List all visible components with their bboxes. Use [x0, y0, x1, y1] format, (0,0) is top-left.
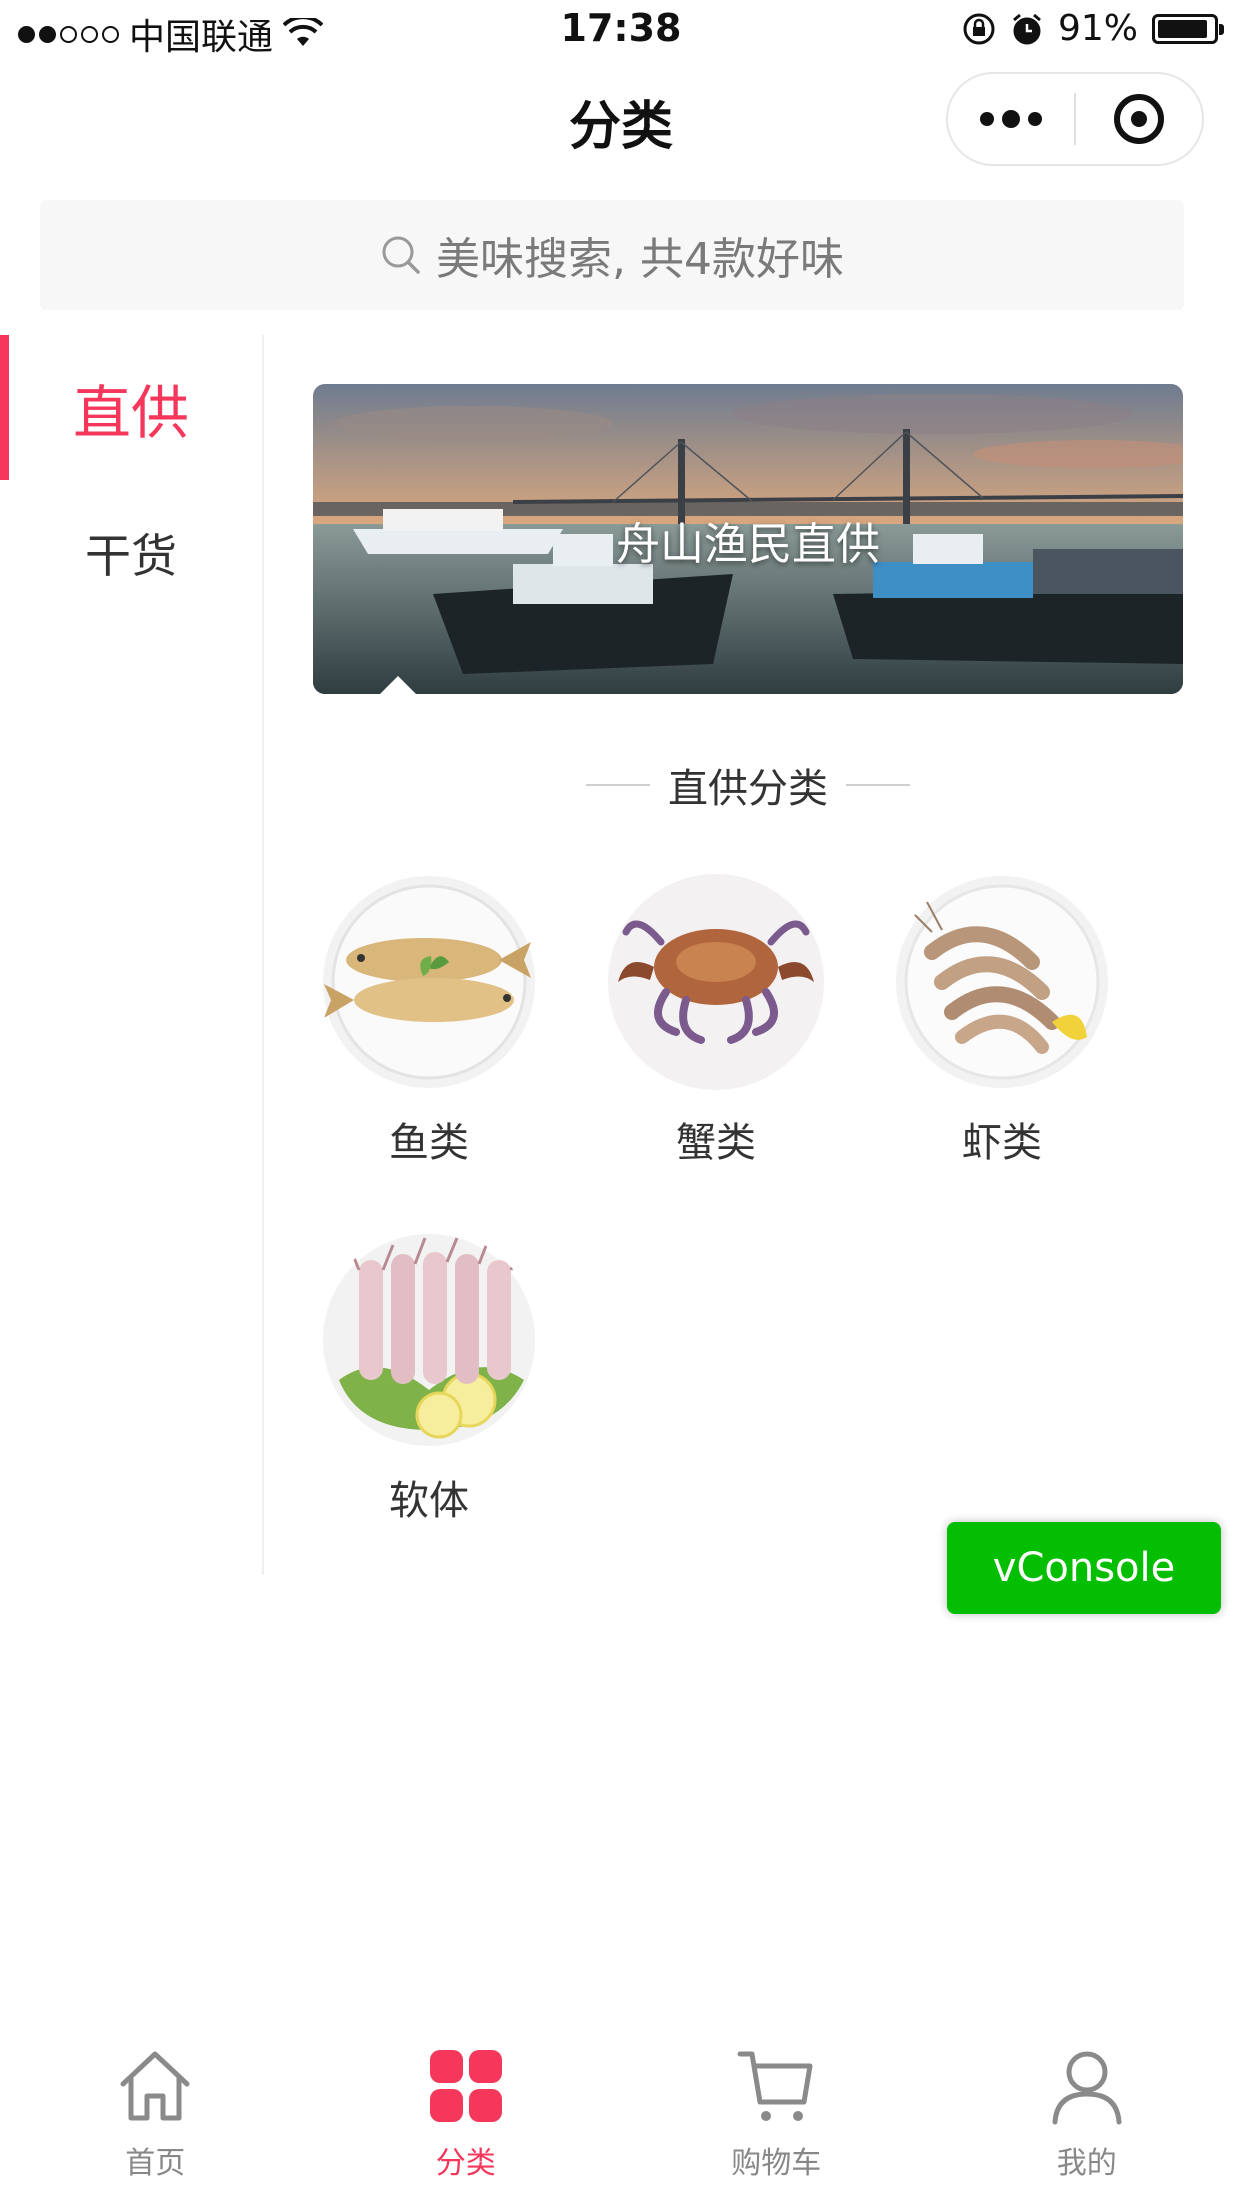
shrimp-plate-image	[892, 872, 1112, 1092]
sidebar-item-dried-goods[interactable]: 干货	[0, 480, 262, 625]
tab-label: 我的	[1056, 2146, 1117, 2181]
status-bar: 中国联通 17:38 91%	[0, 0, 1242, 62]
rotation-lock-icon	[963, 13, 995, 44]
search-placeholder: 美味搜索, 共4款好味	[436, 234, 844, 285]
banner[interactable]: 舟山渔民直供	[313, 384, 1183, 694]
tab-home[interactable]: 首页	[0, 2040, 311, 2208]
sidebar-item-label: 直供	[72, 378, 189, 447]
fish-plate-image	[319, 872, 539, 1092]
more-button[interactable]	[948, 74, 1074, 164]
sidebar-item-label: 干货	[85, 528, 177, 583]
vconsole-button[interactable]: vConsole	[947, 1522, 1221, 1614]
divider-line	[586, 784, 650, 786]
tab-label: 购物车	[731, 2146, 822, 2181]
grid-icon	[429, 2050, 502, 2122]
category-fish[interactable]: 鱼类	[314, 872, 544, 1168]
status-right: 91%	[962, 8, 1224, 49]
category-label: 蟹类	[676, 1120, 756, 1166]
category-label: 软体	[389, 1478, 469, 1524]
section-title-text: 直供分类	[668, 766, 828, 812]
home-icon	[120, 2051, 190, 2121]
user-icon	[1052, 2051, 1122, 2125]
category-sidebar: 直供 干货	[0, 335, 264, 1575]
tab-cart[interactable]: 购物车	[621, 2040, 932, 2208]
crab-plate-image	[606, 872, 826, 1092]
category-label: 鱼类	[389, 1120, 469, 1166]
category-crab[interactable]: 蟹类	[601, 872, 831, 1168]
battery-percent: 91%	[1057, 8, 1138, 49]
more-dots-icon	[980, 112, 994, 126]
squid-plate-image	[319, 1230, 539, 1450]
tab-category[interactable]: 分类	[311, 2040, 622, 2208]
target-icon	[1113, 94, 1164, 144]
category-shrimp[interactable]: 虾类	[887, 872, 1117, 1168]
cart-icon	[737, 2051, 813, 2121]
battery-icon	[1152, 13, 1224, 44]
tab-bar: 首页 分类 购物车 我的	[0, 2040, 1242, 2208]
mini-program-capsule	[946, 72, 1204, 166]
section-heading: 直供分类	[313, 756, 1183, 814]
banner-indicator	[380, 676, 416, 694]
tab-mine[interactable]: 我的	[932, 2040, 1242, 2208]
category-label: 虾类	[962, 1120, 1042, 1166]
divider-line	[846, 784, 910, 786]
banner-title: 舟山渔民直供	[616, 519, 880, 570]
close-button[interactable]	[1076, 74, 1202, 164]
alarm-icon	[1013, 13, 1041, 44]
battery-level	[1158, 19, 1207, 38]
search-bar[interactable]: 美味搜索, 共4款好味	[40, 200, 1184, 310]
category-mollusk[interactable]: 软体	[314, 1230, 544, 1526]
tab-label: 首页	[125, 2146, 186, 2181]
search-icon	[380, 234, 422, 276]
navigation-bar: 分类	[0, 62, 1242, 182]
sidebar-item-direct-supply[interactable]: 直供	[0, 335, 262, 480]
tab-label: 分类	[435, 2146, 496, 2181]
